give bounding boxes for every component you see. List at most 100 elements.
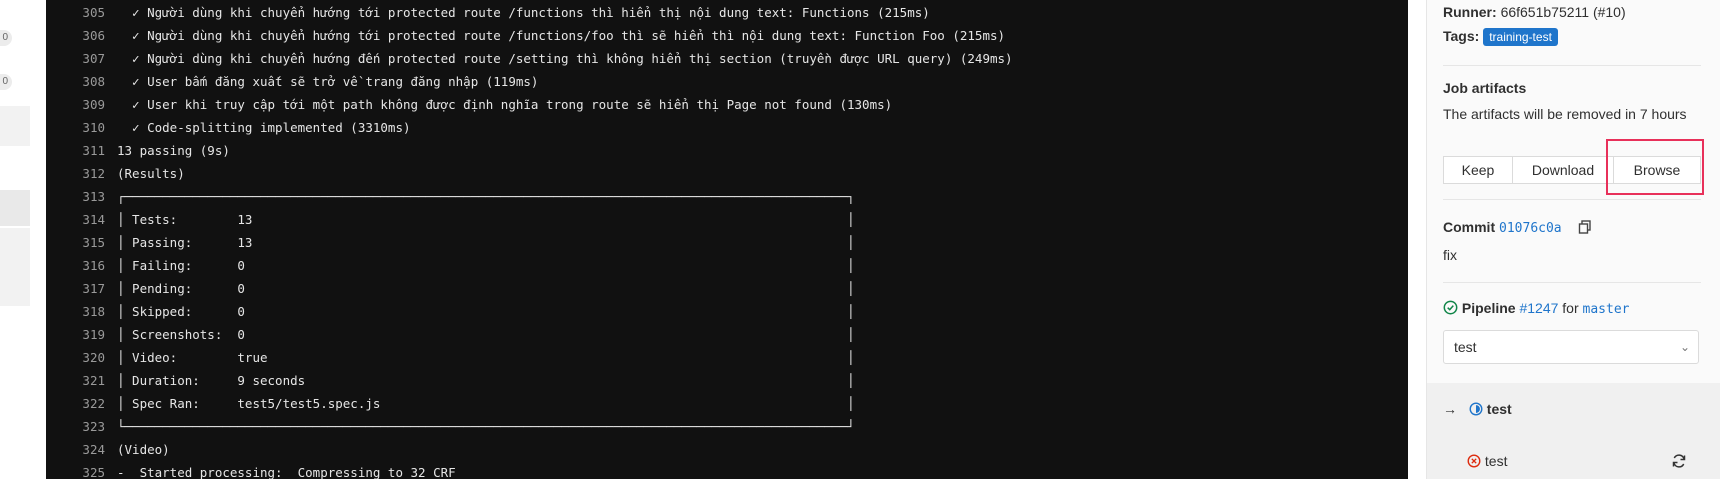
keep-button[interactable]: Keep: [1443, 156, 1513, 184]
status-success-icon: [1443, 300, 1458, 318]
line-number[interactable]: 314: [46, 208, 105, 231]
divider: [1443, 65, 1701, 66]
log-line: 314 │ Tests: 13 │: [46, 208, 854, 231]
log-text: ✓ Người dùng khi chuyển hướng đến protec…: [117, 51, 1013, 66]
log-text: 13 passing (9s): [117, 143, 230, 158]
copy-icon[interactable]: [1578, 220, 1592, 237]
log-line: 318 │ Skipped: 0 │: [46, 300, 855, 323]
stage-select[interactable]: test ⌄: [1443, 330, 1699, 364]
log-text: ✓ Người dùng khi chuyển hướng tới protec…: [117, 28, 1006, 43]
line-number[interactable]: 317: [46, 277, 105, 300]
log-text: (Video): [117, 442, 170, 457]
line-number[interactable]: 319: [46, 323, 105, 346]
pipeline-label: Pipeline: [1461, 300, 1516, 316]
arrow-right-icon: →: [1443, 401, 1457, 417]
left-sidebar-strip: 0 0: [0, 0, 46, 479]
line-number[interactable]: 308: [46, 70, 105, 93]
line-number[interactable]: 318: [46, 300, 105, 323]
log-text: └───────────────────────────────────────…: [117, 419, 855, 434]
log-text: │ Duration: 9 seconds │: [117, 373, 855, 388]
log-text: │ Video: true │: [117, 350, 855, 365]
nav-row[interactable]: [0, 106, 30, 146]
log-line: 309 ✓ User khi truy cập tới một path khô…: [46, 93, 892, 116]
log-line: 324 (Video): [46, 438, 170, 461]
line-number[interactable]: 313: [46, 185, 105, 208]
line-number[interactable]: 309: [46, 93, 105, 116]
log-line: 312 (Results): [46, 162, 185, 185]
log-text: │ Spec Ran: test5/test5.spec.js │: [117, 396, 855, 411]
log-line: 307 ✓ Người dùng khi chuyển hướng đến pr…: [46, 47, 1013, 70]
job-name: test: [1484, 453, 1508, 469]
log-text: ✓ User khi truy cập tới một path không đ…: [117, 97, 893, 112]
runner-label: Runner:: [1443, 4, 1497, 20]
log-text: (Results): [117, 166, 185, 181]
line-number[interactable]: 311: [46, 139, 105, 162]
job-sidebar: Runner: 66f651b75211 (#10) Tags: trainin…: [1426, 0, 1720, 479]
pipeline-link[interactable]: #1247: [1519, 300, 1558, 316]
log-line: 317 │ Pending: 0 │: [46, 277, 854, 300]
log-line: 323 └────────────────────────────────────…: [46, 415, 855, 438]
line-number[interactable]: 322: [46, 392, 105, 415]
branch-link[interactable]: master: [1583, 302, 1630, 317]
log-line: 305 ✓ Người dùng khi chuyển hướng tới pr…: [46, 1, 930, 24]
log-line: 322 │ Spec Ran: test5/test5.spec.js │: [46, 392, 855, 415]
stage-jobs-panel: → test test: [1427, 383, 1720, 479]
line-number[interactable]: 307: [46, 47, 105, 70]
tags-label: Tags:: [1443, 28, 1480, 44]
runner-value: 66f651b75211 (#10): [1500, 4, 1626, 20]
log-text: ✓ User bấm đăng xuất sẽ trở về trang đăn…: [117, 74, 539, 89]
line-number[interactable]: 321: [46, 369, 105, 392]
job-log: 305 ✓ Người dùng khi chuyển hướng tới pr…: [46, 0, 1408, 479]
divider: [1443, 282, 1701, 283]
log-line: 316 │ Failing: 0 │: [46, 254, 855, 277]
log-text: │ Passing: 13 │: [117, 235, 855, 250]
tag-badge[interactable]: training-test: [1483, 28, 1558, 47]
count-badge: 0: [0, 74, 12, 90]
commit-label: Commit: [1443, 219, 1496, 235]
highlight-box: [1606, 139, 1704, 195]
line-number[interactable]: 306: [46, 24, 105, 47]
log-text: ✓ Code-splitting implemented (3310ms): [117, 120, 411, 135]
pipeline-for-text: for: [1562, 300, 1579, 316]
commit-sha-link[interactable]: 01076c0a: [1499, 221, 1562, 236]
chevron-down-icon: ⌄: [1679, 340, 1690, 354]
line-number[interactable]: 320: [46, 346, 105, 369]
nav-row[interactable]: [0, 228, 30, 306]
log-text: ┌───────────────────────────────────────…: [117, 189, 855, 204]
pipeline-info: Pipeline #1247 for master: [1443, 300, 1630, 318]
log-line: 311 13 passing (9s): [46, 139, 230, 162]
line-number[interactable]: 323: [46, 415, 105, 438]
log-text: │ Skipped: 0 │: [117, 304, 855, 319]
count-badge: 0: [0, 30, 12, 46]
log-line: 320 │ Video: true │: [46, 346, 855, 369]
log-line: 319 │ Screenshots: 0 │: [46, 323, 855, 346]
stage-name: test: [1486, 401, 1512, 417]
log-line: 313 ┌────────────────────────────────────…: [46, 185, 855, 208]
status-failed-icon: [1467, 454, 1481, 471]
log-text: │ Screenshots: 0 │: [117, 327, 855, 342]
log-text: - Started processing: Compressing to 32 …: [117, 465, 456, 479]
nav-row-active[interactable]: [0, 190, 30, 226]
download-button[interactable]: Download: [1513, 156, 1614, 184]
line-number[interactable]: 325: [46, 461, 105, 479]
log-line: 308 ✓ User bấm đăng xuất sẽ trở về trang…: [46, 70, 538, 93]
artifacts-heading: Job artifacts: [1443, 80, 1527, 96]
line-number[interactable]: 310: [46, 116, 105, 139]
commit-message: fix: [1443, 247, 1457, 263]
log-text: ✓ Người dùng khi chuyển hướng tới protec…: [117, 5, 930, 20]
line-number[interactable]: 324: [46, 438, 105, 461]
log-text: │ Failing: 0 │: [117, 258, 855, 273]
job-row[interactable]: test: [1467, 453, 1507, 471]
line-number[interactable]: 305: [46, 1, 105, 24]
log-line: 315 │ Passing: 13 │: [46, 231, 855, 254]
line-number[interactable]: 316: [46, 254, 105, 277]
retry-icon[interactable]: [1671, 453, 1687, 474]
current-stage-row[interactable]: → test: [1443, 401, 1512, 419]
divider: [1443, 199, 1701, 200]
log-line: 325 - Started processing: Compressing to …: [46, 461, 456, 479]
status-running-icon: [1469, 402, 1483, 419]
line-number[interactable]: 312: [46, 162, 105, 185]
tags-info: Tags: training-test: [1443, 28, 1558, 47]
commit-info: Commit 01076c0a: [1443, 219, 1592, 237]
line-number[interactable]: 315: [46, 231, 105, 254]
